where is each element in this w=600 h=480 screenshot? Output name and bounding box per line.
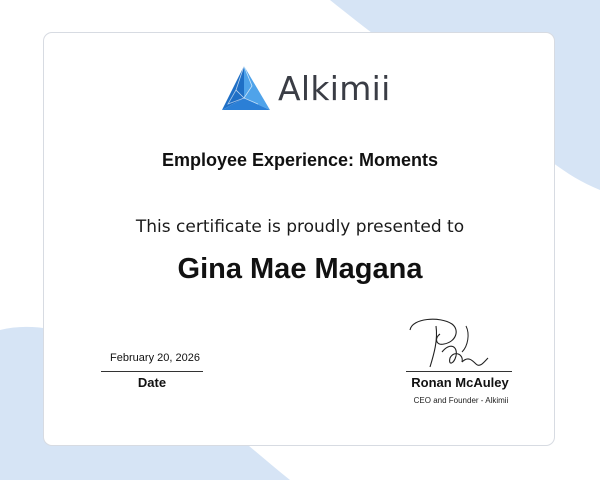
signature-divider — [406, 371, 512, 372]
company-logo: Alkimii — [222, 64, 391, 112]
certificate-page: Alkimii Employee Experience: Moments Thi… — [0, 0, 600, 480]
issue-date: February 20, 2026 — [110, 352, 200, 364]
signature-icon — [409, 318, 489, 368]
signer-name: Ronan McAuley — [411, 375, 509, 390]
alkimii-triangle-logo-icon — [222, 65, 270, 110]
presented-to-text: This certificate is proudly presented to — [135, 217, 465, 237]
date-label: Date — [137, 375, 167, 390]
signer-title: CEO and Founder - Alkimii — [413, 396, 509, 405]
course-title: Employee Experience: Moments — [161, 150, 439, 170]
logo-wordmark: Alkimii — [278, 68, 391, 108]
recipient-name: Gina Mae Magana — [177, 253, 423, 285]
date-divider — [101, 371, 203, 372]
